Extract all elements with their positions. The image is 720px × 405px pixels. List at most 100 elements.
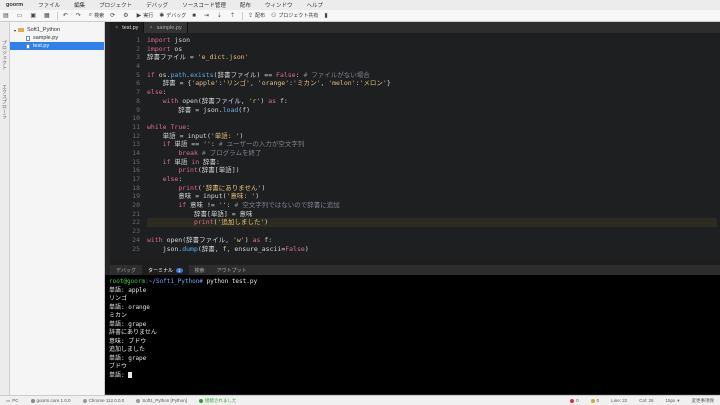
line-number[interactable]: 17 xyxy=(110,175,140,184)
code-line[interactable]: if 単語 == '': # ユーザーの入力が空文字列 xyxy=(147,140,717,149)
code-line[interactable]: import json xyxy=(147,36,717,45)
refresh-button[interactable]: ⟳ xyxy=(107,12,120,19)
share-button[interactable]: ⚇ プロジェクト共有 xyxy=(268,12,321,19)
line-number[interactable]: 7 xyxy=(110,88,140,97)
code-line[interactable]: 単語 = input('単語: ') xyxy=(147,132,717,141)
line-number[interactable]: 6 xyxy=(110,79,140,88)
menu-help[interactable]: ヘルプ xyxy=(299,1,330,9)
line-number[interactable]: 23 xyxy=(110,227,140,236)
tab-test-py[interactable]: × test.py xyxy=(110,22,145,33)
code-line[interactable] xyxy=(147,114,717,123)
save-button[interactable]: ▣ xyxy=(27,12,41,19)
menu-window[interactable]: ウィンドウ xyxy=(258,1,300,9)
code-line[interactable]: print(辞書[単語]) xyxy=(147,166,717,175)
file-row-test[interactable]: test.py xyxy=(10,42,104,50)
code-line[interactable]: with open(辞書ファイル, 'w') as f: xyxy=(147,236,717,245)
line-number[interactable]: 22 xyxy=(110,218,140,227)
line-number[interactable]: 13 xyxy=(110,140,140,149)
line-number[interactable]: 3 xyxy=(110,53,140,62)
code-line[interactable]: with open(辞書ファイル, 'r') as f: xyxy=(147,97,717,106)
terminal[interactable]: root@goorm:~/Soft1_Python# python test.p… xyxy=(105,275,720,394)
line-number[interactable]: 2 xyxy=(110,45,140,54)
code-area[interactable]: import json import os 辞書ファイル = 'e_dict.jso… xyxy=(147,36,717,253)
new-file-button[interactable]: ▤ xyxy=(0,12,14,19)
code-line[interactable]: break # プログラムを終了 xyxy=(147,149,717,158)
menu-deploy[interactable]: 配布 xyxy=(233,1,258,9)
line-number[interactable]: 16 xyxy=(110,166,140,175)
line-number[interactable]: 4 xyxy=(110,62,140,71)
line-number[interactable]: 12 xyxy=(110,132,140,141)
deploy-button[interactable]: ⇪ 配布 xyxy=(245,12,268,19)
line-number[interactable]: 19 xyxy=(110,192,140,201)
code-line[interactable] xyxy=(147,227,717,236)
line-number[interactable]: 9 xyxy=(110,106,140,115)
code-line[interactable]: if 意味 != '': # 空文字列ではないので辞書に追加 xyxy=(147,201,717,210)
code-line[interactable]: while True: xyxy=(147,123,717,132)
pc-status[interactable]: ▭ PC xyxy=(0,398,25,404)
warning-count[interactable]: 0 xyxy=(585,398,606,403)
line-number[interactable]: 14 xyxy=(110,149,140,158)
line-number[interactable]: 25 xyxy=(110,245,140,254)
save-all-button[interactable]: ▦ xyxy=(41,12,55,19)
line-number[interactable]: 1 xyxy=(110,36,140,45)
step-out-button[interactable]: ⇡ xyxy=(227,12,240,19)
tab-sample-py[interactable]: × sample.py xyxy=(144,22,188,33)
menu-file[interactable]: ファイル xyxy=(31,1,67,9)
stop-button[interactable]: ■ xyxy=(189,13,201,19)
code-line[interactable]: 辞書 = json.load(f) xyxy=(147,106,717,115)
code-line[interactable]: 辞書ファイル = 'e_dict.json' xyxy=(147,53,717,62)
menu-project[interactable]: プロジェクト xyxy=(92,1,139,9)
font-size-select[interactable]: 15px ▾ xyxy=(659,398,685,404)
step-over-button[interactable]: ⇥ xyxy=(201,12,214,19)
code-editor[interactable]: 1 2 3 4 5 6 7 8 9 10 11 12 13 14 15 16 17 18 19 20 21 22 23 24 2… xyxy=(110,33,720,259)
search-button[interactable]: ⌕ 検索 xyxy=(86,12,107,19)
open-button[interactable]: ▭ xyxy=(14,12,28,19)
menu-debug[interactable]: デバッグ xyxy=(139,1,175,9)
pc-label: PC xyxy=(12,398,19,403)
line-number[interactable]: 21 xyxy=(110,210,140,219)
close-icon[interactable]: × xyxy=(149,25,152,31)
code-line[interactable]: else: xyxy=(147,175,717,184)
line-indicator[interactable]: Line: 22 xyxy=(605,398,633,403)
line-number[interactable]: 5 xyxy=(110,71,140,80)
line-number[interactable]: 15 xyxy=(110,158,140,167)
code-line[interactable] xyxy=(147,62,717,71)
code-line[interactable]: 意味 = input('意味: ') xyxy=(147,192,717,201)
code-line[interactable]: else: xyxy=(147,88,717,97)
line-number[interactable]: 18 xyxy=(110,184,140,193)
tab-terminal[interactable]: ターミナル 1 xyxy=(142,265,189,275)
run-button[interactable]: ▶ 実行 xyxy=(134,12,157,19)
encoding-indicator[interactable]: 変更事項保 xyxy=(686,398,720,404)
code-line[interactable]: 辞書 = {'apple':'リンゴ', 'orange':'ミカン', 'me… xyxy=(147,79,717,88)
code-line[interactable]: json.dump(辞書, f, ensure_ascii=False) xyxy=(147,245,717,254)
undo-button[interactable]: ↶ xyxy=(60,12,73,19)
line-number[interactable]: 10 xyxy=(110,114,140,123)
tab-debug[interactable]: デバッグ xyxy=(110,265,142,275)
file-row-sample[interactable]: sample.py xyxy=(10,34,104,42)
settings-button[interactable]: ⚙ xyxy=(120,12,133,19)
error-count[interactable]: 0 xyxy=(564,398,585,403)
folder-row[interactable]: ▾ Soft1_Python xyxy=(10,26,104,34)
explorer-panel-tab[interactable]: エクスプローラ xyxy=(1,84,8,119)
tab-output[interactable]: アウトプット xyxy=(211,265,253,275)
code-token: json xyxy=(170,36,191,44)
terminal-button[interactable]: ▮ xyxy=(321,12,332,19)
close-icon[interactable]: × xyxy=(115,25,118,31)
line-number[interactable]: 24 xyxy=(110,236,140,245)
new-file-icon: ▤ xyxy=(3,13,9,19)
menu-edit[interactable]: 編集 xyxy=(67,1,92,9)
code-token: else xyxy=(162,175,179,183)
debug-button[interactable]: ✱ デバッグ xyxy=(156,12,189,19)
step-into-button[interactable]: ⇣ xyxy=(214,12,227,19)
redo-button[interactable]: ↷ xyxy=(73,12,86,19)
project-panel-tab[interactable]: プロジェクト xyxy=(1,40,8,70)
line-number[interactable]: 8 xyxy=(110,97,140,106)
line-number[interactable]: 11 xyxy=(110,123,140,132)
terminal-input-line[interactable]: 単語: xyxy=(109,372,716,381)
col-indicator[interactable]: Col: 26 xyxy=(633,398,659,403)
code-line[interactable]: if 単語 in 辞書: xyxy=(147,158,717,167)
tab-search[interactable]: 検索 xyxy=(189,265,211,275)
line-number[interactable]: 20 xyxy=(110,201,140,210)
menu-scm[interactable]: ソースコード管理 xyxy=(175,1,233,9)
code-line[interactable]: print('追加しました') xyxy=(147,218,717,228)
